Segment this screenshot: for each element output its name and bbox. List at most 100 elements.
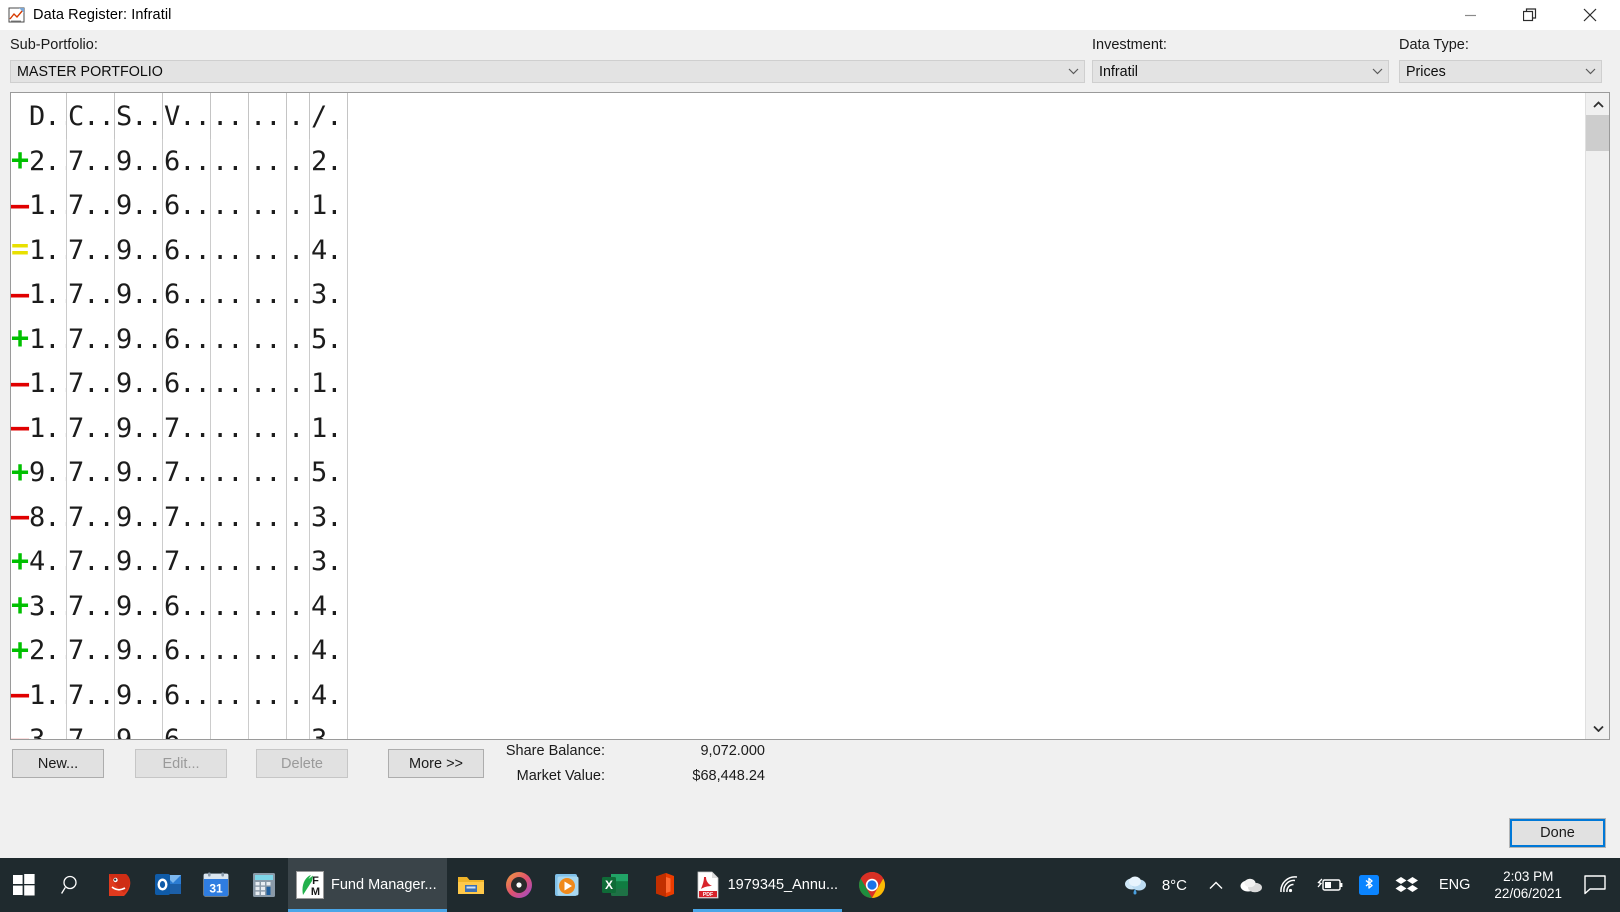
table-cell: 7... <box>67 406 115 451</box>
table-cell: 4.. <box>28 539 67 584</box>
office-taskbar-icon[interactable] <box>639 858 687 912</box>
calculator-taskbar-icon[interactable] <box>240 858 288 912</box>
done-button[interactable]: Done <box>1509 818 1606 848</box>
column-header[interactable]: /... <box>310 93 348 139</box>
tray-overflow-button[interactable] <box>1201 858 1231 912</box>
itunes-taskbar-icon[interactable] <box>495 858 543 912</box>
battery-charging-icon <box>1317 878 1343 891</box>
search-icon <box>61 875 77 894</box>
edit-button[interactable]: Edit... <box>135 749 227 778</box>
column-header[interactable]: ... <box>211 93 249 139</box>
table-row[interactable]: +3..7...9...6............4... <box>11 584 1585 629</box>
table-cell: 9... <box>115 139 163 184</box>
row-marker-plus: + <box>11 632 30 668</box>
excel-taskbar-icon[interactable]: X <box>591 858 639 912</box>
table-row[interactable]: –8..7...9...7............3... <box>11 495 1585 540</box>
calendar-taskbar-icon[interactable]: 31 <box>192 858 240 912</box>
media-player-taskbar-icon[interactable] <box>543 858 591 912</box>
fund-manager-icon: F M <box>296 871 324 899</box>
column-header[interactable]: S... <box>115 93 163 139</box>
column-header[interactable]: ... <box>249 93 287 139</box>
table-cell: 9... <box>115 628 163 673</box>
column-header[interactable]: D... <box>28 93 67 139</box>
table-cell: ... <box>249 361 287 406</box>
file-explorer-taskbar-icon[interactable] <box>447 858 495 912</box>
outlook-icon <box>155 874 181 895</box>
table-row[interactable]: –1..7...9...6............1... <box>11 361 1585 406</box>
data-register-grid[interactable]: D...C...S...V............/...+2..7...9..… <box>10 92 1610 740</box>
table-row[interactable]: +2..7...9...6............2... <box>11 139 1585 184</box>
table-row[interactable]: –3..7...9...6............3... <box>11 717 1585 739</box>
column-header[interactable]: V... <box>163 93 211 139</box>
battery-tray-icon[interactable] <box>1309 858 1351 912</box>
table-row[interactable]: =1..7...9...6............4... <box>11 228 1585 273</box>
pdf-label: 1979345_Annu... <box>727 877 839 893</box>
table-cell: ... <box>249 673 287 718</box>
scroll-up-button[interactable] <box>1586 93 1609 115</box>
delete-button[interactable]: Delete <box>256 749 348 778</box>
row-marker-minus: – <box>11 677 30 713</box>
pdf-taskbar-button[interactable]: PDF 1979345_Annu... <box>687 858 848 912</box>
row-marker-minus: – <box>11 410 30 446</box>
clock[interactable]: 2:03 PM 22/06/2021 <box>1482 868 1574 902</box>
table-row[interactable]: –1..7...9...6............3... <box>11 272 1585 317</box>
table-cell: ... <box>287 673 310 718</box>
table-row[interactable]: +9..7...9...7............5... <box>11 450 1585 495</box>
column-header[interactable]: ... <box>287 93 310 139</box>
table-cell: 5... <box>310 317 348 362</box>
table-cell: 1.. <box>28 406 67 451</box>
table-row[interactable]: –1..7...9...6............1... <box>11 183 1585 228</box>
column-header[interactable]: C... <box>67 93 115 139</box>
chrome-taskbar-icon[interactable] <box>848 858 896 912</box>
table-cell: ... <box>287 717 310 739</box>
sub-portfolio-dropdown[interactable]: MASTER PORTFOLIO <box>10 60 1085 83</box>
register-chart-icon <box>8 6 26 24</box>
pdf-icon: PDF <box>697 871 718 899</box>
investment-dropdown[interactable]: Infratil <box>1092 60 1389 83</box>
bluetooth-tray-icon[interactable] <box>1351 858 1387 912</box>
table-cell: ... <box>249 139 287 184</box>
scroll-down-button[interactable] <box>1586 717 1609 739</box>
table-row[interactable]: +4..7...9...7............3... <box>11 539 1585 584</box>
table-row[interactable]: +1..7...9...6............5... <box>11 317 1585 362</box>
weather-widget[interactable] <box>1114 858 1158 912</box>
network-tray-icon[interactable] <box>1271 858 1309 912</box>
table-cell: 1... <box>310 183 348 228</box>
table-row[interactable]: –1..7...9...7............1... <box>11 406 1585 451</box>
title-bar: Data Register: Infratil <box>0 0 1620 30</box>
dropbox-tray-icon[interactable] <box>1387 858 1427 912</box>
table-cell: ... <box>249 584 287 629</box>
table-cell: 2... <box>310 139 348 184</box>
table-cell: ... <box>211 272 249 317</box>
table-cell: 7... <box>67 539 115 584</box>
table-cell: 6... <box>163 361 211 406</box>
new-button[interactable]: New... <box>12 749 104 778</box>
action-center-button[interactable] <box>1574 858 1620 912</box>
row-marker-plus: + <box>11 543 30 579</box>
start-button[interactable] <box>0 858 48 912</box>
minimize-button[interactable] <box>1440 0 1500 30</box>
language-indicator[interactable]: ENG <box>1427 877 1482 893</box>
table-row[interactable]: –1..7...9...6............4... <box>11 673 1585 718</box>
fund-manager-taskbar-button[interactable]: F M Fund Manager... <box>288 858 447 912</box>
data-type-dropdown[interactable]: Prices <box>1399 60 1602 83</box>
close-button[interactable] <box>1560 0 1620 30</box>
outlook-taskbar-icon[interactable] <box>144 858 192 912</box>
onedrive-tray-icon[interactable] <box>1231 858 1271 912</box>
table-cell: ... <box>287 584 310 629</box>
table-cell: 3.. <box>28 584 67 629</box>
table-row[interactable]: +2..7...9...6............4... <box>11 628 1585 673</box>
table-cell: ... <box>211 628 249 673</box>
footer-bar: New... Edit... Delete More >> Share Bala… <box>0 740 1620 858</box>
scrollbar-thumb[interactable] <box>1586 115 1609 151</box>
action-center-icon <box>1584 875 1606 895</box>
table-cell: ... <box>249 539 287 584</box>
market-value-value: $68,448.24 <box>692 768 765 784</box>
restore-button[interactable] <box>1500 0 1560 30</box>
svg-text:PDF: PDF <box>702 892 712 898</box>
table-cell: ... <box>287 317 310 362</box>
window-title: Data Register: Infratil <box>33 7 172 23</box>
search-button[interactable] <box>48 858 96 912</box>
grid-vertical-scrollbar[interactable] <box>1585 93 1609 739</box>
adobe-reader-taskbar-icon[interactable] <box>96 858 144 912</box>
